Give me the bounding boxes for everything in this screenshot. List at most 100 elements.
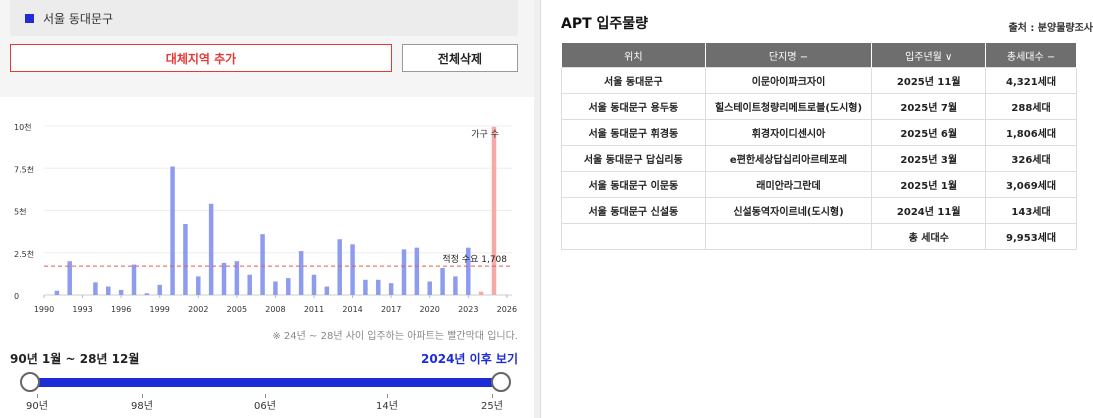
col-header-move-in-date[interactable]: 입주년월 ∨: [871, 42, 987, 68]
x-tick-label: 2014: [342, 305, 362, 314]
range-slider-end-handle[interactable]: [491, 372, 511, 392]
cell-complex: 래미안라그란데: [704, 171, 873, 198]
bar: [324, 286, 330, 295]
table-total-row: 총 세대수 9,953세대: [561, 223, 1077, 250]
bar: [286, 278, 291, 295]
x-tick-label: 1990: [34, 305, 54, 314]
table-row[interactable]: 서울 동대문구 휘경동 휘경자이디센시아 2025년 6월 1,806세대: [561, 119, 1077, 146]
bar: [93, 282, 98, 295]
chart-note: ※ 24년 ~ 28년 사이 입주하는 아파트는 빨간막대 입니다.: [272, 331, 518, 342]
bar: [144, 293, 150, 295]
col-header-units[interactable]: 총세대수 −: [985, 42, 1077, 68]
cell-date: 2025년 11월: [871, 67, 987, 94]
y-tick-label: 5천: [14, 207, 26, 217]
bar: [363, 279, 368, 295]
x-tick-label: 2023: [458, 305, 478, 314]
delete-all-button[interactable]: 전체삭제: [402, 44, 518, 72]
y-tick-label: 10천: [14, 122, 32, 132]
bar: [260, 234, 265, 295]
apt-supply-table: 위치 단지명 − 입주년월 ∨ 총세대수 − 서울 동대문구 이문아이파크자이 …: [561, 42, 1077, 250]
bar: [414, 247, 420, 295]
bar: [311, 274, 317, 295]
bar: [170, 166, 175, 295]
cell-location: 서울 동대문구 용두동: [561, 93, 706, 120]
table-row[interactable]: 서울 동대문구 답십리동 e편한세상답십리아르테포레 2025년 3월 326세…: [561, 145, 1077, 172]
bar: [440, 267, 445, 295]
cell-units: 4,321세대: [985, 67, 1077, 94]
y-tick-label: 7.5천: [14, 164, 34, 174]
slider-tick-label: 14년: [376, 401, 398, 412]
right-panel: APT 입주물량 출처 : 분양물량조사 위치 단지명 − 입주년월 ∨ 총세대…: [541, 0, 1093, 418]
slider-tick-label: 90년: [26, 401, 48, 412]
add-alternate-region-button[interactable]: 대체지역 추가: [10, 44, 392, 72]
range-slider-start-handle[interactable]: [20, 372, 40, 392]
slider-tick-label: 98년: [131, 401, 153, 412]
region-selector[interactable]: 서울 동대문구: [10, 0, 518, 36]
bar: [401, 249, 407, 295]
bar: [453, 276, 458, 295]
bar: [298, 251, 304, 295]
supply-bar-chart: 0 2.5천 5천 7.5천 10천 1990 1993 1996 1999 2002 2005 20…: [14, 122, 517, 314]
total-label: 총 세대수: [871, 223, 987, 250]
col-header-complex[interactable]: 단지명 −: [704, 42, 873, 68]
x-tick-label: 2002: [188, 305, 208, 314]
cell-location: 서울 동대문구 답십리동: [561, 145, 706, 172]
cell-units: 1,806세대: [985, 119, 1077, 146]
cell-empty: [561, 223, 706, 250]
data-source: 출처 : 분양물량조사: [1008, 23, 1093, 34]
cell-units: 326세대: [985, 145, 1077, 172]
reference-line-label: 적정 수요 1,708: [442, 253, 507, 265]
apt-title: APT 입주물량: [561, 16, 649, 32]
cell-complex: 신설동역자이르네(도시형): [704, 197, 873, 224]
cell-empty: [704, 223, 873, 250]
highlight-bar: [478, 291, 484, 295]
cell-complex: 힐스테이트청량리메트로블(도시형): [704, 93, 873, 120]
x-tick-label: 1993: [72, 305, 92, 314]
col-header-location: 위치: [561, 42, 706, 68]
cell-units: 288세대: [985, 93, 1077, 120]
bar: [157, 284, 162, 295]
bar: [221, 262, 227, 295]
cell-complex: e편한세상답십리아르테포레: [704, 145, 873, 172]
x-tick-label: 2005: [227, 305, 247, 314]
x-tick-label: 2020: [420, 305, 440, 314]
bar: [427, 281, 432, 295]
slider-tick-label: 06년: [254, 401, 276, 412]
table-row[interactable]: 서울 동대문구 이문동 래미안라그란데 2025년 1월 3,069세대: [561, 171, 1077, 198]
region-label: 서울 동대문구: [43, 11, 114, 26]
table-row[interactable]: 서울 동대문구 신설동 신설동역자이르네(도시형) 2024년 11월 143세…: [561, 197, 1077, 224]
view-after-2024-link[interactable]: 2024년 이후 보기: [421, 350, 518, 367]
cell-location: 서울 동대문구: [561, 67, 706, 94]
bar: [350, 244, 355, 295]
cell-date: 2025년 6월: [871, 119, 987, 146]
cell-location: 서울 동대문구 휘경동: [561, 119, 706, 146]
table-row[interactable]: 서울 동대문구 용두동 힐스테이트청량리메트로블(도시형) 2025년 7월 2…: [561, 93, 1077, 120]
cell-units: 3,069세대: [985, 171, 1077, 198]
x-tick-label: 2011: [304, 305, 324, 314]
bar: [273, 281, 278, 295]
cell-complex: 이문아이파크자이: [704, 67, 873, 94]
supply-chart-panel: 0 2.5천 5천 7.5천 10천 1990 1993 1996 1999 2002 2005 20…: [0, 97, 534, 418]
y-tick-label: 2.5천: [14, 249, 34, 259]
region-marker-icon: [25, 13, 34, 23]
x-tick-label: 1996: [111, 305, 131, 314]
y-tick-label: 0: [14, 292, 19, 301]
cell-complex: 휘경자이디센시아: [704, 119, 873, 146]
cell-date: 2025년 1월: [871, 171, 987, 198]
bar: [131, 264, 137, 295]
total-value: 9,953세대: [985, 223, 1077, 250]
cell-date: 2025년 7월: [871, 93, 987, 120]
x-tick-label: 2026: [497, 305, 517, 314]
table-row[interactable]: 서울 동대문구 이문아이파크자이 2025년 11월 4,321세대: [561, 67, 1077, 94]
range-slider-track[interactable]: [30, 378, 502, 387]
left-panel: 서울 동대문구 대체지역 추가 전체삭제 0 2.5천 5천 7.5천 10천 1990 1…: [0, 0, 534, 418]
chart-unit-label: 가구 수: [471, 129, 499, 140]
bar: [388, 283, 394, 295]
bar: [183, 224, 188, 295]
bar: [337, 239, 342, 295]
bar: [118, 289, 124, 295]
bar: [54, 290, 60, 295]
cell-location: 서울 동대문구 이문동: [561, 171, 706, 198]
slider-tick-label: 25년: [481, 401, 503, 412]
bar: [208, 203, 214, 295]
